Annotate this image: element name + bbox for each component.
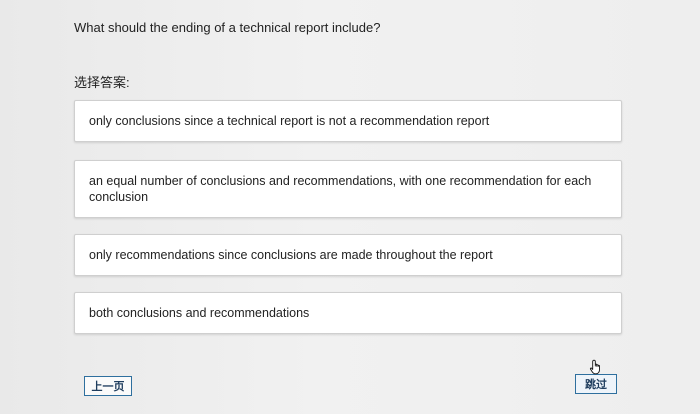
hand-pointer-icon [589, 359, 600, 375]
skip-button[interactable]: 跳过 [575, 374, 617, 394]
answer-option-1[interactable]: only conclusions since a technical repor… [74, 100, 622, 142]
answer-option-1-label: only conclusions since a technical repor… [89, 114, 490, 128]
question-text: What should the ending of a technical re… [74, 20, 381, 35]
answer-option-4-label: both conclusions and recommendations [89, 306, 310, 320]
answer-option-2-label: an equal number of conclusions and recom… [89, 174, 592, 204]
answer-option-3[interactable]: only recommendations since conclusions a… [74, 234, 622, 276]
answers-label: 选择答案: [74, 75, 130, 90]
previous-page-button[interactable]: 上一页 [84, 376, 132, 396]
answer-option-4[interactable]: both conclusions and recommendations [74, 292, 622, 334]
answer-option-2[interactable]: an equal number of conclusions and recom… [74, 160, 622, 218]
answer-option-3-label: only recommendations since conclusions a… [89, 248, 493, 262]
quiz-page: What should the ending of a technical re… [0, 0, 700, 414]
